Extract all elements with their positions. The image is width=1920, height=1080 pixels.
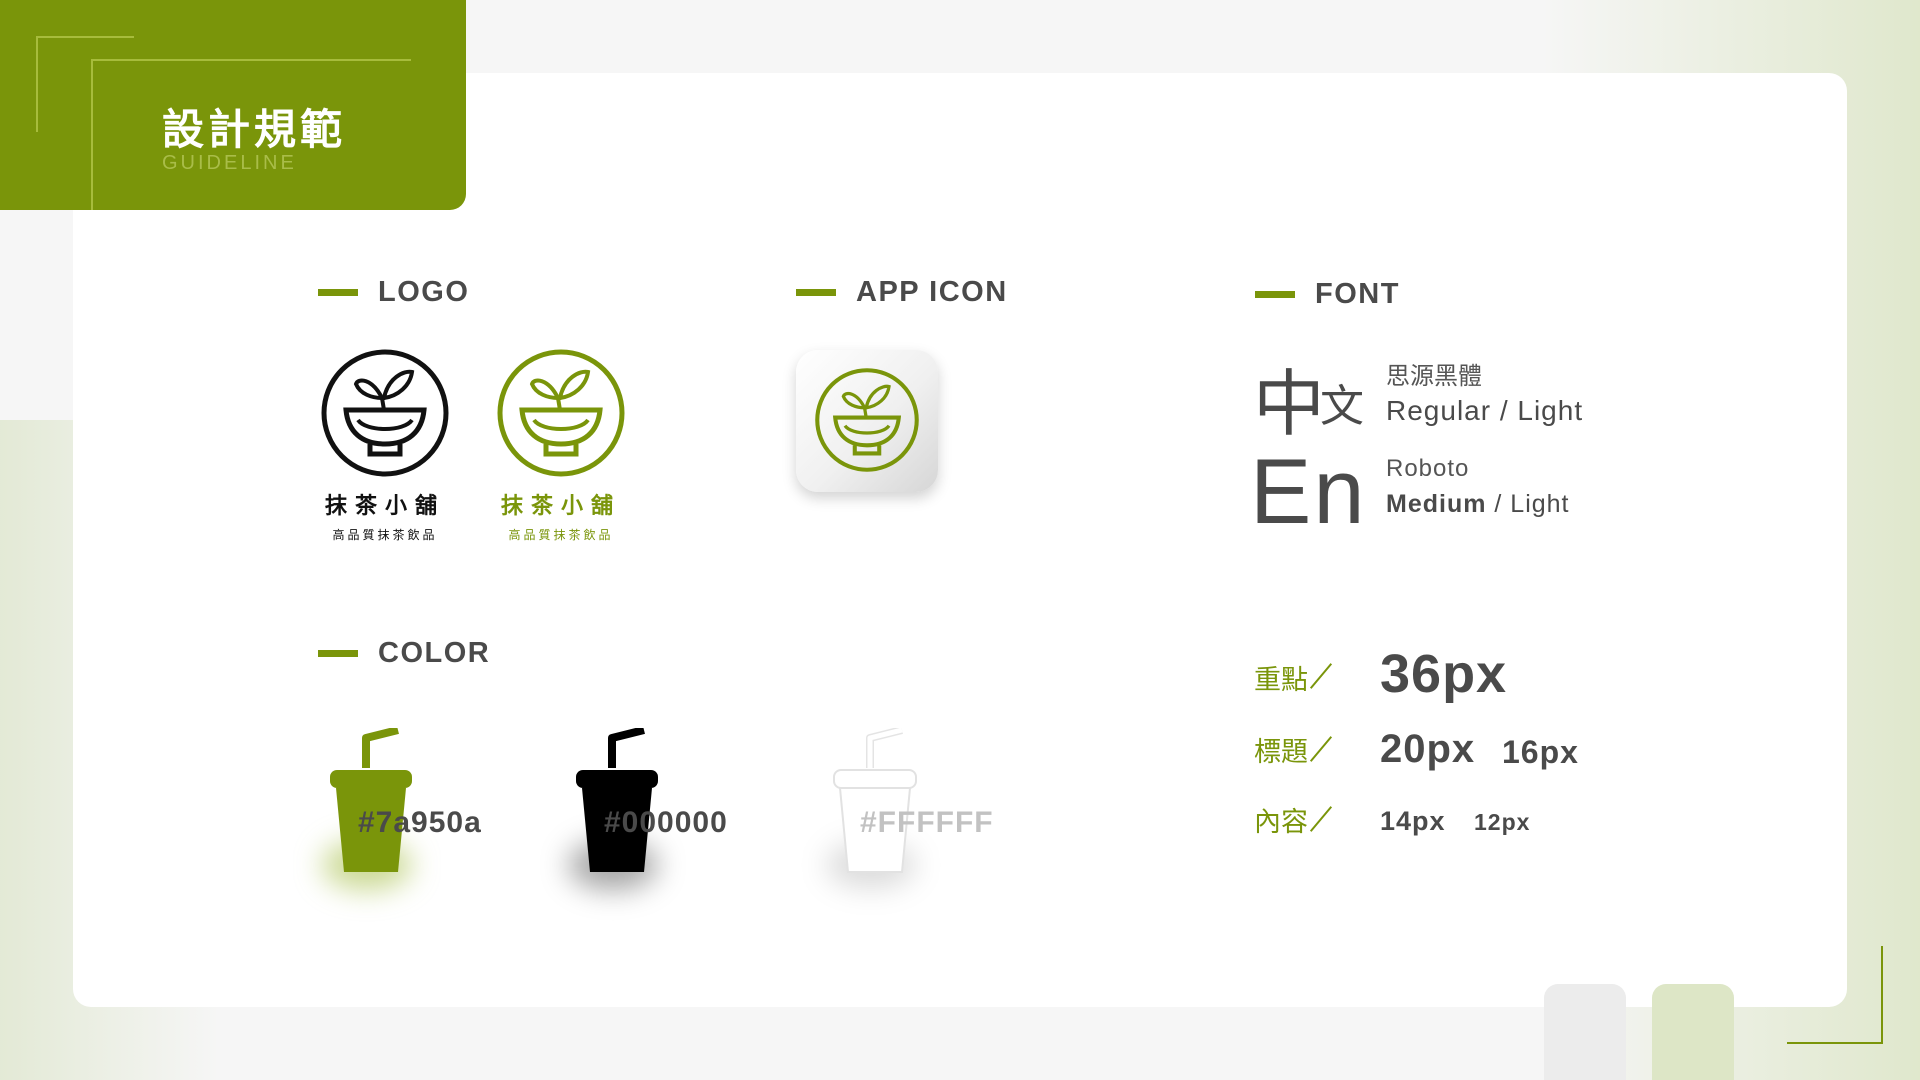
font-en-weights: Medium / Light [1386, 490, 1570, 519]
app-icon [796, 350, 938, 492]
size-value: 16px [1502, 734, 1579, 770]
tea-bowl-app-icon [815, 368, 919, 472]
title-deco-line [91, 59, 93, 210]
page-title: 設計規範 [162, 105, 347, 154]
font-en-name: Roboto [1386, 455, 1470, 482]
tea-bowl-logo-icon [321, 349, 449, 477]
section-bar [796, 289, 836, 296]
font-sample-cn-large: 中 [1253, 362, 1326, 446]
font-sample-en: En [1250, 441, 1367, 543]
color-hex-green: #7a950a [358, 806, 482, 839]
section-app-icon-header: APP ICON [796, 276, 1008, 309]
section-font-header: FONT [1255, 278, 1400, 311]
logo-black: 抹茶小舖 高品質抹茶飲品 [305, 348, 465, 543]
font-sample-cn-small: 文 [1320, 381, 1364, 432]
decorative-block-green [1652, 984, 1734, 1080]
size-label-emphasis: 重點 [1254, 665, 1308, 696]
title-deco-line [36, 36, 38, 132]
section-bar [318, 289, 358, 296]
size-value: 20px [1380, 727, 1476, 771]
section-bar [1255, 291, 1295, 298]
section-color-header: COLOR [318, 637, 490, 670]
color-hex-black: #000000 [604, 806, 728, 839]
logo-tagline: 高品質抹茶飲品 [508, 528, 614, 542]
logo-name: 抹茶小舖 [500, 493, 621, 519]
cup-green-icon [330, 728, 412, 872]
page-subtitle: GUIDELINE [162, 152, 297, 174]
corner-deco-line [1787, 1042, 1883, 1044]
title-block: 設計規範 GUIDELINE [0, 0, 466, 210]
size-value: 12px [1474, 809, 1531, 835]
section-label: APP ICON [856, 276, 1008, 308]
title-deco-line [36, 36, 134, 38]
font-en-weight-rest: / Light [1486, 490, 1570, 518]
corner-deco-line [1881, 946, 1883, 1044]
size-value: 14px [1380, 806, 1446, 836]
font-en-weight-bold: Medium [1386, 490, 1487, 518]
color-hex-white: #FFFFFF [860, 806, 994, 839]
decorative-block-gray [1544, 984, 1626, 1080]
cup-black-icon [576, 728, 658, 872]
font-cn-weights: Regular / Light [1386, 395, 1584, 426]
logo-tagline: 高品質抹茶飲品 [332, 528, 438, 542]
size-label-heading: 標題 [1254, 737, 1308, 768]
section-label: FONT [1315, 278, 1400, 310]
section-label: LOGO [378, 276, 470, 308]
title-deco-line [91, 59, 411, 61]
font-cn-name: 思源黑體 [1386, 362, 1482, 390]
logo-name: 抹茶小舖 [324, 493, 445, 519]
cup-white-icon [833, 728, 917, 873]
section-logo-header: LOGO [318, 276, 469, 309]
size-value: 36px [1380, 644, 1508, 704]
logo-green: 抹茶小舖 高品質抹茶飲品 [481, 348, 641, 543]
tea-bowl-logo-icon [497, 349, 625, 477]
section-label: COLOR [378, 637, 491, 669]
section-bar [318, 650, 358, 657]
size-label-content: 內容 [1254, 807, 1308, 838]
